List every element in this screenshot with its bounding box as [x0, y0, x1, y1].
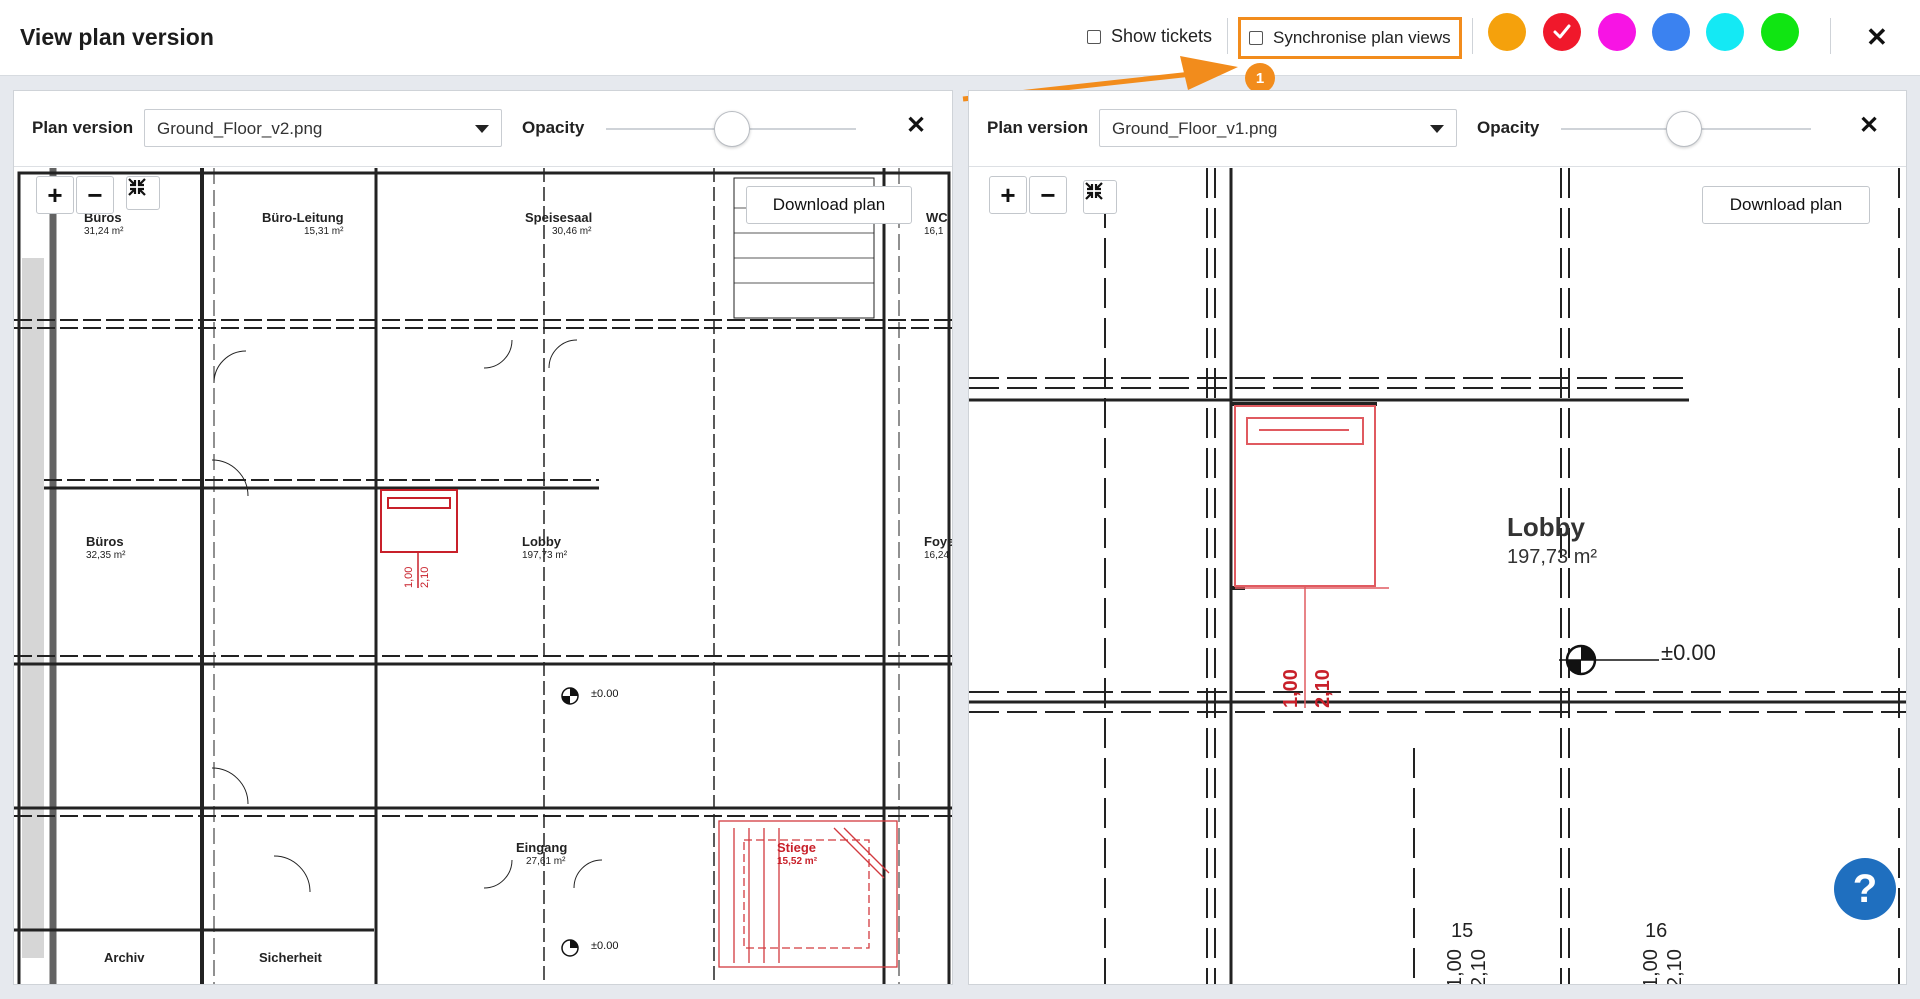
room-area: 16,1: [924, 226, 944, 237]
plan-version-select[interactable]: Ground_Floor_v1.png: [1099, 109, 1457, 147]
svg-text:1,00: 1,00: [1280, 669, 1302, 708]
opacity-label: Opacity: [522, 118, 585, 137]
room-area: 31,24 m²: [84, 226, 124, 237]
room-name: WC: [926, 210, 948, 225]
room-area: 30,46 m²: [552, 226, 592, 237]
chevron-down-icon: [475, 125, 489, 133]
floor-plan-drawing-zoomed: 1,00 2,10 1,00 2,10 1,00 2,10: [969, 168, 1906, 984]
left-plan-canvas[interactable]: 1,00 2,10 ±0.00 ±0.00 Büros 31,24 m² Bür…: [14, 168, 952, 984]
door-number: 16: [1645, 920, 1668, 942]
svg-text:2,10: 2,10: [419, 567, 431, 588]
svg-text:2,10: 2,10: [1664, 949, 1686, 984]
room-name: Büro-Leitung: [262, 210, 344, 225]
plan-version-value: Ground_Floor_v1.png: [1112, 119, 1278, 138]
close-panel-icon[interactable]: ✕: [906, 111, 926, 140]
room-area: 16,24: [924, 550, 950, 561]
right-plan-panel: Plan version Ground_Floor_v1.png Opacity…: [968, 90, 1907, 985]
chevron-down-icon: [1430, 125, 1444, 133]
svg-text:2,10: 2,10: [1312, 669, 1334, 708]
room-area-lobby: 197,73 m²: [1507, 546, 1598, 568]
room-area: 32,35 m²: [86, 550, 126, 561]
fit-to-screen-button[interactable]: [126, 176, 160, 210]
room-name: Büros: [86, 534, 124, 549]
room-name: Eingang: [516, 840, 568, 855]
room-name: Lobby: [522, 534, 561, 549]
zoom-in-button[interactable]: +: [36, 176, 74, 214]
level-mark: ±0.00: [1661, 640, 1716, 665]
svg-text:1,00: 1,00: [1444, 949, 1466, 984]
svg-text:1,00: 1,00: [403, 567, 415, 588]
plan-version-label: Plan version: [32, 118, 134, 137]
zoom-in-button[interactable]: +: [989, 176, 1027, 214]
fit-to-screen-button[interactable]: [1083, 180, 1117, 214]
left-plan-panel: Plan version Ground_Floor_v2.png Opacity…: [13, 90, 953, 985]
opacity-slider-handle[interactable]: [714, 111, 750, 147]
room-area: 15,31 m²: [304, 226, 344, 237]
room-name: Archiv: [104, 950, 145, 965]
close-panel-icon[interactable]: ✕: [1859, 111, 1879, 140]
room-area: 27,61 m²: [526, 856, 566, 867]
room-name: Speisesaal: [525, 210, 593, 225]
room-name: Sicherheit: [259, 950, 322, 965]
callout-badge: 1: [1245, 63, 1275, 93]
left-panel-header: Plan version Ground_Floor_v2.png Opacity…: [14, 91, 952, 167]
opacity-label: Opacity: [1477, 118, 1540, 137]
room-area: 15,52 m²: [777, 856, 818, 867]
room-name: Stiege: [777, 840, 817, 855]
download-plan-button[interactable]: Download plan: [746, 186, 912, 224]
svg-text:1,00: 1,00: [1640, 949, 1662, 984]
svg-text:2,10: 2,10: [1468, 949, 1490, 984]
svg-text:±0.00: ±0.00: [591, 688, 618, 700]
plan-version-label: Plan version: [987, 118, 1089, 137]
room-name-lobby: Lobby: [1507, 512, 1585, 542]
plan-version-value: Ground_Floor_v2.png: [157, 119, 323, 138]
door-number: 15: [1451, 920, 1474, 942]
room-name: Foye: [924, 534, 952, 549]
plan-version-select[interactable]: Ground_Floor_v2.png: [144, 109, 502, 147]
svg-text:±0.00: ±0.00: [591, 940, 618, 952]
room-area: 197,73 m²: [522, 550, 568, 561]
right-panel-header: Plan version Ground_Floor_v1.png Opacity…: [969, 91, 1906, 167]
opacity-slider-handle[interactable]: [1666, 111, 1702, 147]
download-plan-button[interactable]: Download plan: [1702, 186, 1870, 224]
right-plan-canvas[interactable]: 1,00 2,10 1,00 2,10 1,00 2,10 Lobby 197,…: [969, 168, 1906, 984]
help-button[interactable]: ?: [1834, 858, 1896, 920]
zoom-out-button[interactable]: −: [1029, 176, 1067, 214]
zoom-out-button[interactable]: −: [76, 176, 114, 214]
